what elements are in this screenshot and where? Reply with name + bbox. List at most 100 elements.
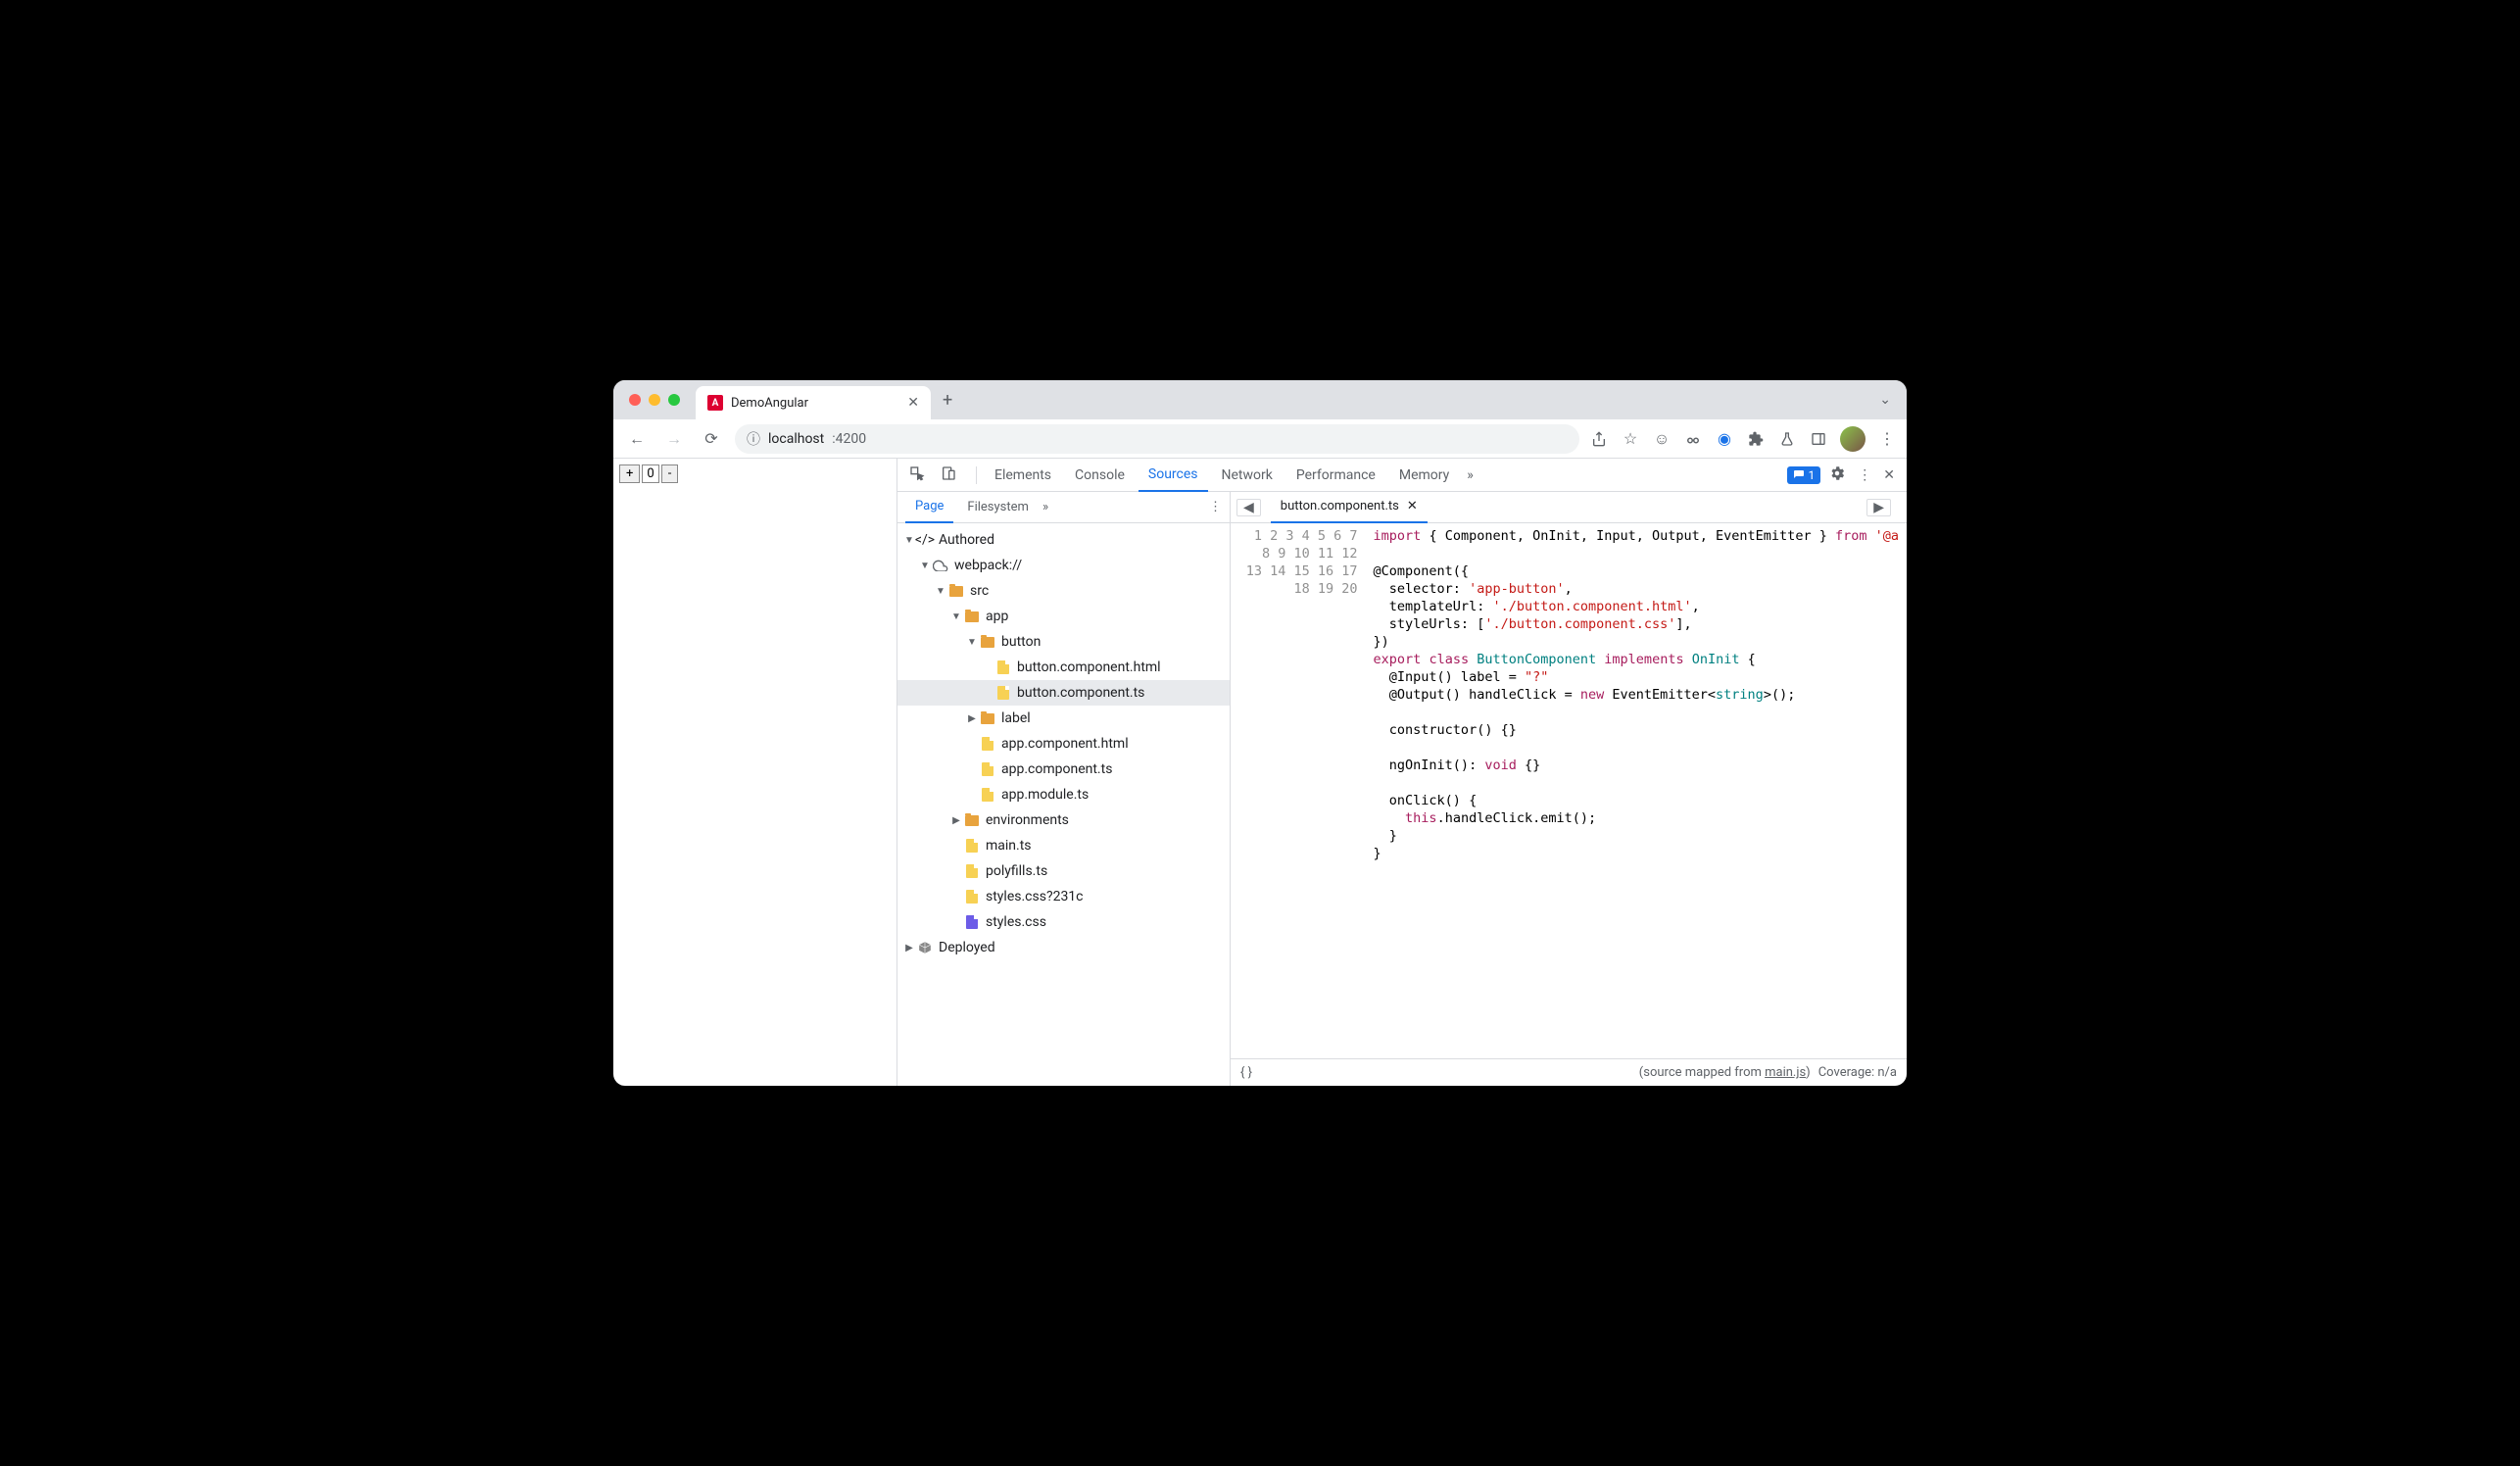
tree-app-html[interactable]: ▶app.component.html (897, 731, 1230, 757)
extensions-puzzle-icon[interactable] (1746, 429, 1766, 449)
folder-icon (948, 583, 964, 599)
close-window-button[interactable] (629, 394, 641, 406)
tree-src[interactable]: ▼src (897, 578, 1230, 604)
browser-tab[interactable]: A DemoAngular ✕ (696, 386, 931, 419)
new-tab-button[interactable]: + (943, 390, 952, 411)
devtools-menu-icon[interactable]: ⋮ (1854, 467, 1875, 483)
devtools-tabs: Elements Console Sources Network Perform… (897, 459, 1907, 492)
profile-avatar[interactable] (1840, 426, 1866, 452)
tree-app[interactable]: ▼app (897, 604, 1230, 629)
tree-button-html[interactable]: ▶button.component.html (897, 655, 1230, 680)
reload-button[interactable]: ⟳ (698, 425, 725, 453)
more-panels-icon[interactable]: » (1463, 467, 1478, 483)
folder-icon (964, 609, 980, 624)
sources-navigator: Page Filesystem » ⋮ ▼</>Authored ▼webpac… (897, 492, 1231, 1086)
file-icon (964, 914, 980, 930)
tree-label-folder[interactable]: ▶label (897, 706, 1230, 731)
editor-tabs: ◀ button.component.ts ✕ ▶ (1231, 492, 1907, 523)
url-input[interactable]: ⓘ localhost:4200 (735, 424, 1579, 454)
tree-polyfills[interactable]: ▶polyfills.ts (897, 858, 1230, 884)
close-tab-button[interactable]: ✕ (907, 395, 919, 411)
pretty-print-icon[interactable]: { } (1240, 1065, 1252, 1080)
url-host: localhost (768, 431, 824, 447)
panel-console[interactable]: Console (1065, 459, 1135, 492)
file-icon (980, 787, 995, 803)
tree-styles-q[interactable]: ▶styles.css?231c (897, 884, 1230, 909)
main-area: + 0 - Elements Console So (613, 459, 1907, 1086)
code-area[interactable]: 1 2 3 4 5 6 7 8 9 10 11 12 13 14 15 16 1… (1231, 523, 1907, 1058)
panel-memory[interactable]: Memory (1389, 459, 1459, 492)
increment-button[interactable]: + (619, 464, 640, 483)
decrement-button[interactable]: - (661, 464, 679, 483)
tab-overflow-button[interactable]: ⌄ (1879, 392, 1891, 408)
panel-elements[interactable]: Elements (985, 459, 1061, 492)
source-map-link[interactable]: main.js (1765, 1065, 1806, 1080)
issues-badge[interactable]: 1 (1787, 466, 1821, 484)
share-icon[interactable] (1589, 429, 1609, 449)
editor-tab-active[interactable]: button.component.ts ✕ (1271, 492, 1428, 523)
panel-performance[interactable]: Performance (1286, 459, 1385, 492)
site-info-icon[interactable]: ⓘ (747, 429, 760, 449)
editor-statusbar: { } (source mapped from main.js) Coverag… (1231, 1058, 1907, 1086)
page-content: + 0 - (613, 459, 897, 1086)
folder-icon (980, 710, 995, 726)
source-map-info: (source mapped from main.js) (1639, 1065, 1811, 1080)
file-icon (980, 761, 995, 777)
code-editor: ◀ button.component.ts ✕ ▶ 1 2 3 4 5 6 7 … (1231, 492, 1907, 1086)
navigator-menu-icon[interactable]: ⋮ (1209, 500, 1222, 514)
window-controls (629, 394, 680, 406)
extension-incognito-icon[interactable] (1683, 429, 1703, 449)
more-nav-tabs-icon[interactable]: » (1042, 500, 1048, 514)
file-icon (964, 863, 980, 879)
nav-page-tab[interactable]: Page (905, 492, 953, 523)
tree-button-ts[interactable]: ▶button.component.ts (897, 680, 1230, 706)
close-file-icon[interactable]: ✕ (1407, 499, 1418, 513)
code-text[interactable]: import { Component, OnInit, Input, Outpu… (1366, 523, 1907, 1058)
angular-icon: A (707, 395, 723, 411)
tree-styles[interactable]: ▶styles.css (897, 909, 1230, 935)
tree-app-ts[interactable]: ▶app.component.ts (897, 757, 1230, 782)
browser-menu-button[interactable]: ⋮ (1877, 429, 1897, 449)
toolbar-icons: ☆ ☺ ◉ ⋮ (1589, 426, 1897, 452)
code-icon: </> (917, 532, 933, 548)
file-icon (980, 736, 995, 752)
toggle-debugger-icon[interactable]: ▶ (1866, 499, 1891, 516)
tree-webpack[interactable]: ▼webpack:// (897, 553, 1230, 578)
cloud-icon (933, 558, 948, 573)
titlebar: A DemoAngular ✕ + ⌄ (613, 380, 1907, 419)
issues-count: 1 (1809, 468, 1816, 482)
device-toolbar-icon[interactable] (937, 465, 960, 485)
extension-globe-icon[interactable]: ◉ (1715, 429, 1734, 449)
toggle-navigator-icon[interactable]: ◀ (1236, 499, 1261, 516)
settings-icon[interactable] (1824, 464, 1850, 486)
nav-filesystem-tab[interactable]: Filesystem (957, 492, 1039, 523)
panel-network[interactable]: Network (1212, 459, 1283, 492)
back-button[interactable]: ← (623, 425, 651, 453)
editor-tab-filename: button.component.ts (1281, 499, 1399, 513)
tree-main-ts[interactable]: ▶main.ts (897, 833, 1230, 858)
tab-title: DemoAngular (731, 396, 899, 411)
side-panel-icon[interactable] (1809, 429, 1828, 449)
panel-sources[interactable]: Sources (1139, 459, 1208, 492)
extension-face-icon[interactable]: ☺ (1652, 429, 1672, 449)
bookmark-icon[interactable]: ☆ (1621, 429, 1640, 449)
tree-deployed[interactable]: ▶Deployed (897, 935, 1230, 960)
tree-button-folder[interactable]: ▼button (897, 629, 1230, 655)
devtools-body: Page Filesystem » ⋮ ▼</>Authored ▼webpac… (897, 492, 1907, 1086)
forward-button[interactable]: → (660, 425, 688, 453)
tree-authored[interactable]: ▼</>Authored (897, 527, 1230, 553)
devtools: Elements Console Sources Network Perform… (897, 459, 1907, 1086)
line-numbers: 1 2 3 4 5 6 7 8 9 10 11 12 13 14 15 16 1… (1231, 523, 1366, 1058)
file-icon (964, 889, 980, 904)
maximize-window-button[interactable] (668, 394, 680, 406)
counter-value: 0 (642, 464, 658, 483)
extension-flask-icon[interactable] (1777, 429, 1797, 449)
box-icon (917, 940, 933, 955)
file-icon (964, 838, 980, 854)
tree-environments[interactable]: ▶environments (897, 807, 1230, 833)
inspect-element-icon[interactable] (905, 465, 929, 485)
minimize-window-button[interactable] (649, 394, 660, 406)
close-devtools-icon[interactable]: ✕ (1879, 467, 1899, 483)
tree-app-module[interactable]: ▶app.module.ts (897, 782, 1230, 807)
navigator-tabs: Page Filesystem » ⋮ (897, 492, 1230, 523)
